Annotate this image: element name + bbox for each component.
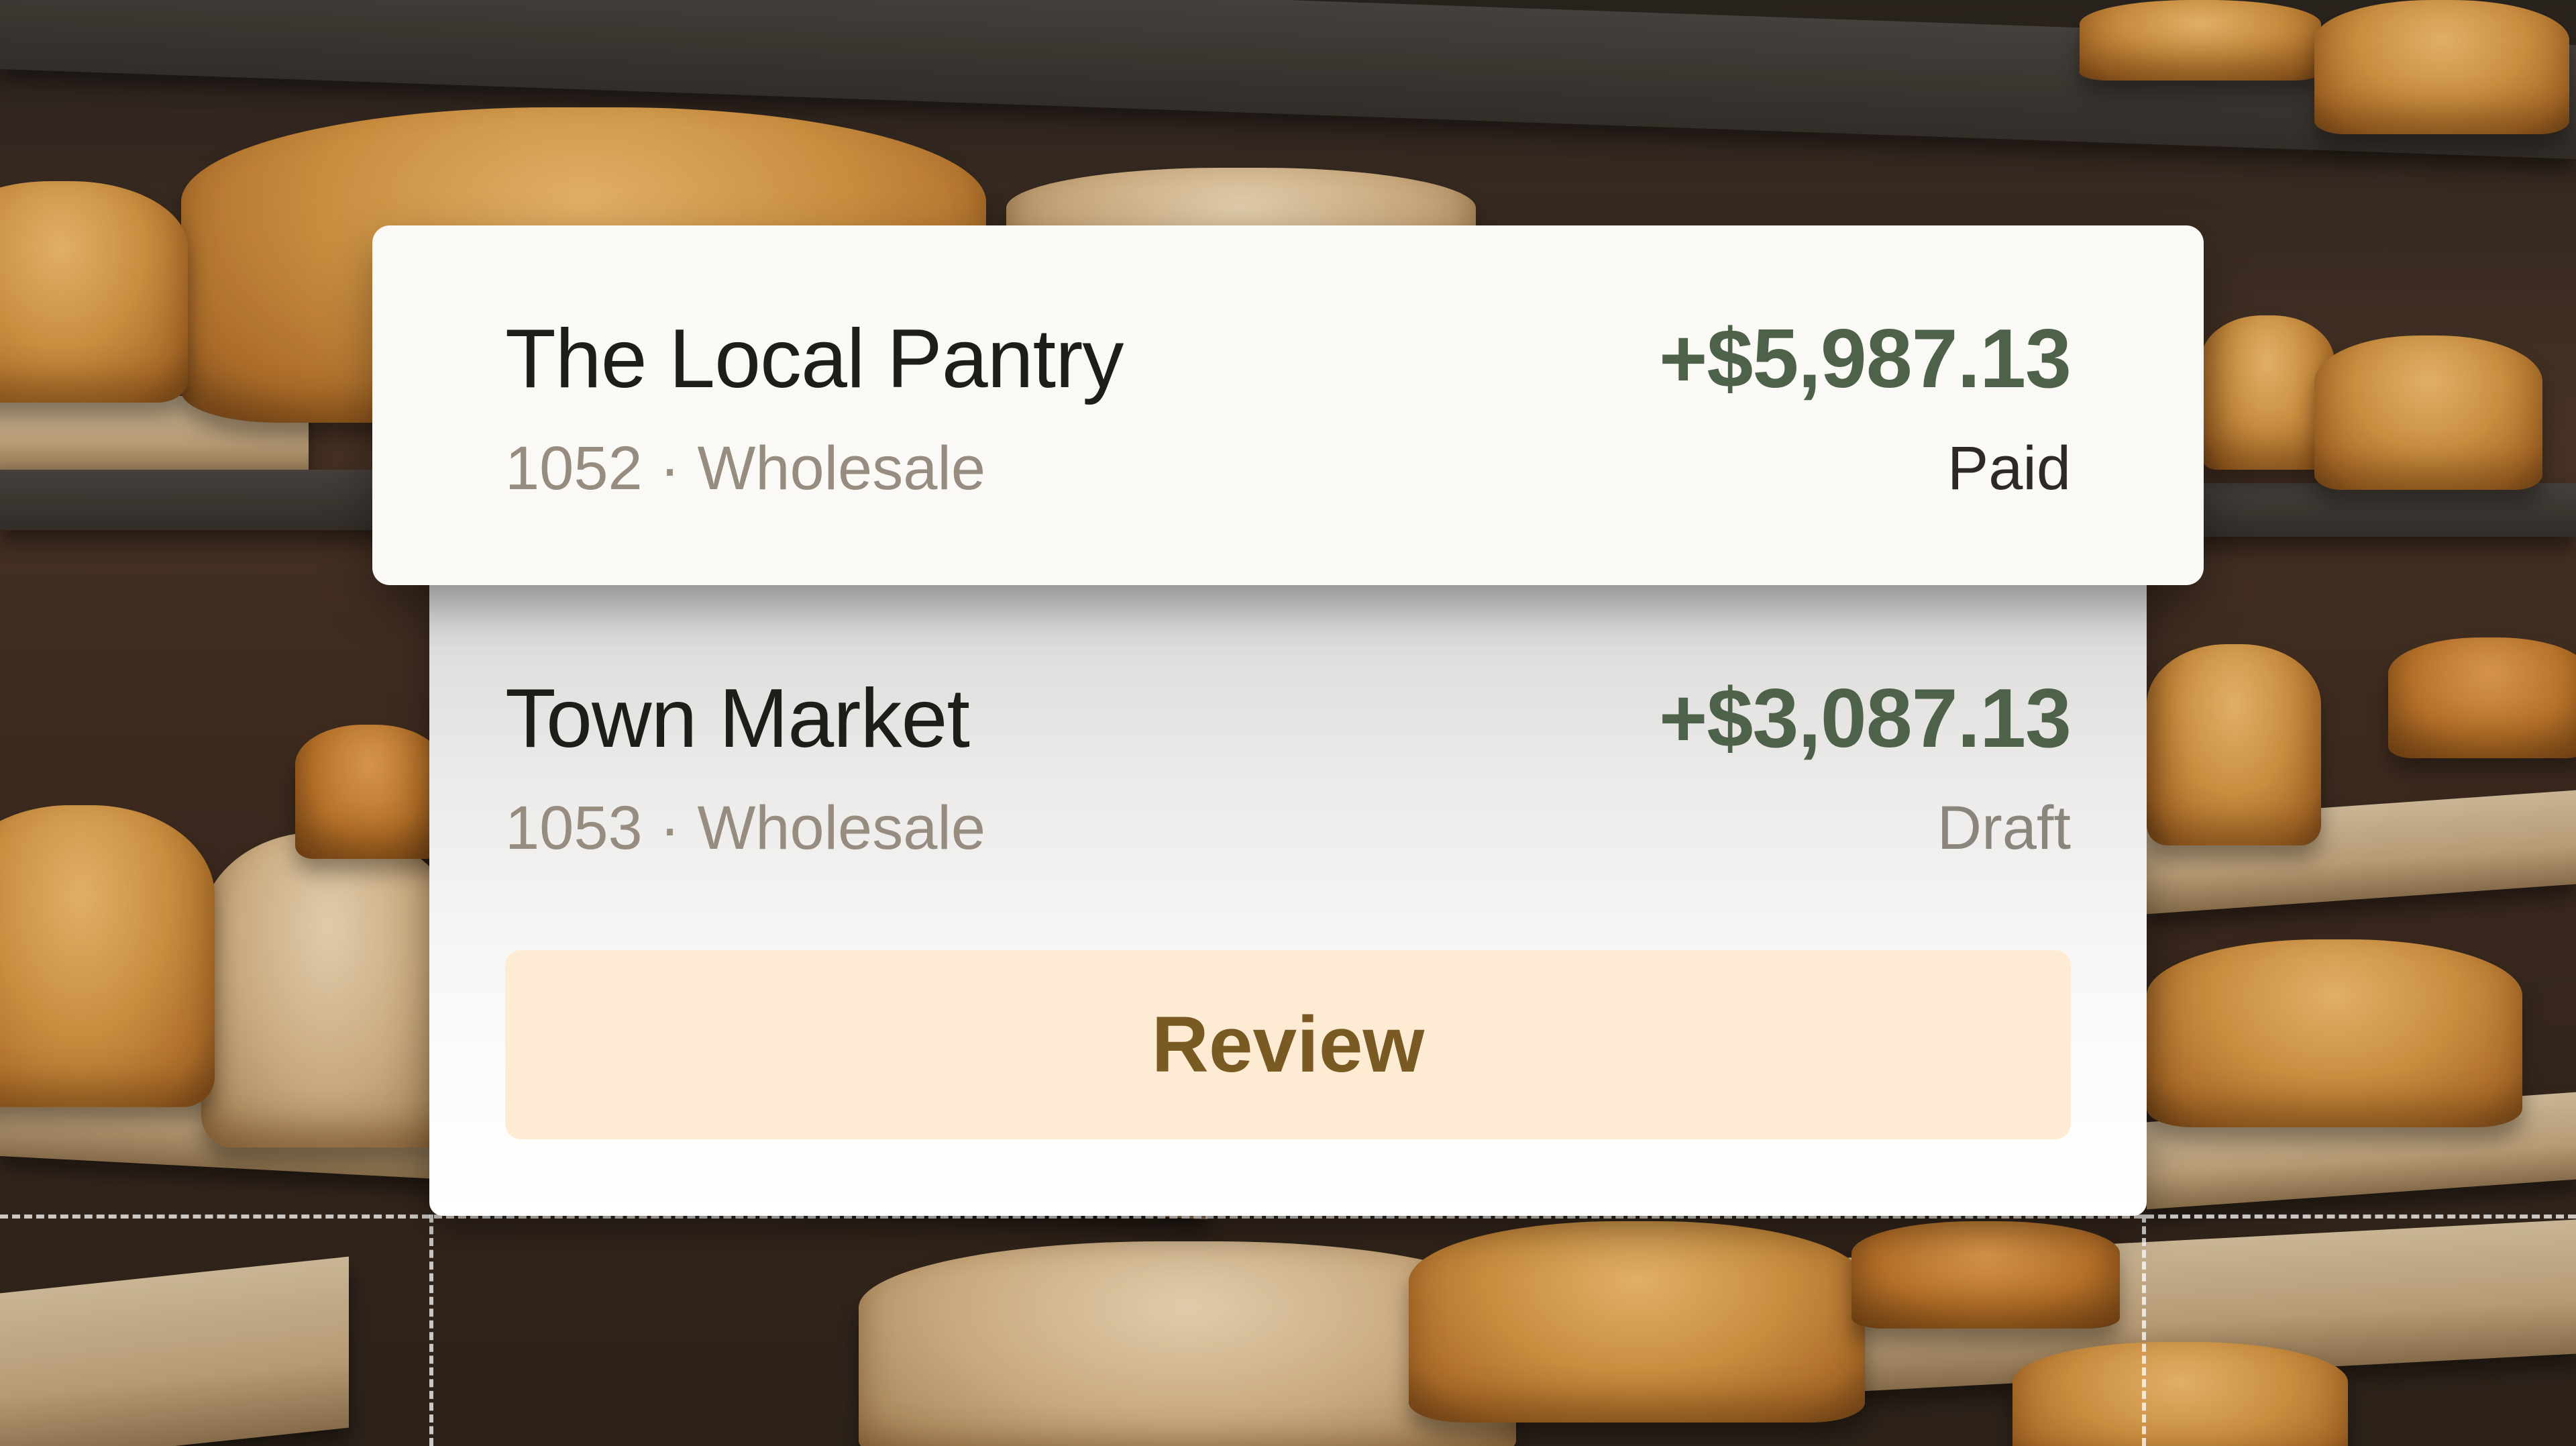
review-button[interactable]: Review <box>505 950 2071 1139</box>
dashed-guide-right <box>2142 1215 2146 1446</box>
transaction-amount: +$3,087.13 <box>1658 672 2072 765</box>
transaction-card-town-market: Town Market 1053 · Wholesale +$3,087.13 … <box>429 550 2147 1216</box>
status-badge: Draft <box>1937 794 2071 862</box>
transaction-meta: 1053 · Wholesale <box>505 793 985 864</box>
status-badge: Paid <box>1947 434 2071 503</box>
order-type: Wholesale <box>697 434 985 503</box>
order-type: Wholesale <box>697 794 985 862</box>
transaction-row[interactable]: Town Market 1053 · Wholesale +$3,087.13 … <box>429 550 2147 926</box>
invoice-number: 1052 <box>505 434 643 503</box>
transaction-amount: +$5,987.13 <box>1658 313 2072 405</box>
meta-separator: · <box>659 794 680 862</box>
meta-separator: · <box>659 434 680 503</box>
transaction-card-local-pantry[interactable]: The Local Pantry 1052 · Wholesale +$5,98… <box>372 225 2204 585</box>
transaction-meta: 1052 · Wholesale <box>505 433 985 504</box>
customer-name: Town Market <box>505 672 970 765</box>
dashed-guide-left <box>429 1215 433 1446</box>
customer-name: The Local Pantry <box>505 313 1124 405</box>
invoice-number: 1053 <box>505 794 643 862</box>
